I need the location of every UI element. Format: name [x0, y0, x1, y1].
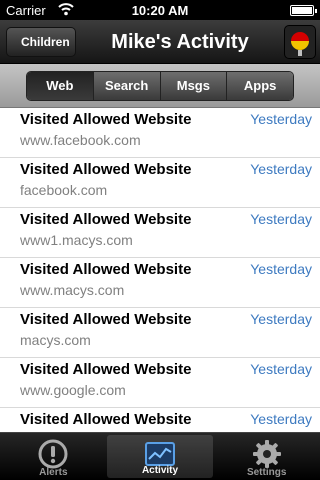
battery-icon: [290, 5, 317, 16]
segment-search[interactable]: Search: [92, 72, 160, 100]
status-bar: Carrier 10:20 AM: [0, 0, 320, 20]
navigation-bar: Children Mike's Activity: [0, 20, 320, 64]
activity-time: Yesterday: [250, 411, 312, 427]
activity-url: macys.com: [20, 332, 91, 348]
tab-activity[interactable]: Activity: [106, 435, 214, 478]
page-title: Mike's Activity: [111, 31, 249, 53]
activity-time: Yesterday: [250, 311, 312, 327]
activity-time: Yesterday: [250, 111, 312, 127]
list-item[interactable]: Visited Allowed Website macys.com Yester…: [0, 308, 320, 358]
activity-list[interactable]: Visited Allowed Website www.facebook.com…: [0, 108, 320, 432]
activity-time: Yesterday: [250, 361, 312, 377]
alert-icon: [38, 439, 68, 469]
flag-button[interactable]: [284, 25, 316, 59]
activity-title: Visited Allowed Website: [20, 311, 192, 328]
tab-label: Activity: [141, 465, 179, 476]
activity-title: Visited Allowed Website: [20, 361, 192, 378]
activity-url: facebook.com: [20, 182, 108, 198]
activity-time: Yesterday: [250, 161, 312, 177]
activity-title: Visited Allowed Website: [20, 261, 192, 278]
tab-label: Alerts: [39, 467, 68, 478]
back-button[interactable]: Children: [6, 27, 76, 57]
segment-msgs[interactable]: Msgs: [159, 72, 227, 100]
activity-url: www.facebook.com: [20, 132, 141, 148]
activity-title: Visited Allowed Website: [20, 211, 192, 228]
tab-settings[interactable]: Settings: [213, 433, 320, 480]
tab-alerts[interactable]: Alerts: [0, 433, 107, 480]
list-item[interactable]: Visited Allowed Website www.facebook.com…: [0, 108, 320, 158]
activity-url: www.macys.com: [20, 282, 125, 298]
activity-title: Visited Allowed Website: [20, 411, 192, 428]
activity-url: www1.macys.com: [20, 232, 133, 248]
tab-bar: Alerts Activity Settings: [0, 432, 320, 480]
list-item[interactable]: Visited Allowed Website facebook.com Yes…: [0, 158, 320, 208]
activity-time: Yesterday: [250, 261, 312, 277]
segment-toolbar: Web Search Msgs Apps: [0, 64, 320, 108]
gear-icon: [252, 440, 281, 468]
list-item[interactable]: Visited Allowed Website www.macys.com Ye…: [0, 258, 320, 308]
clock: 10:20 AM: [131, 3, 189, 18]
segment-apps[interactable]: Apps: [226, 72, 293, 100]
activity-title: Visited Allowed Website: [20, 111, 192, 128]
activity-time: Yesterday: [250, 211, 312, 227]
list-item[interactable]: Visited Allowed Website www.google.com Y…: [0, 358, 320, 408]
list-item[interactable]: Visited Allowed Website www1.macys.com Y…: [0, 208, 320, 258]
segment-web[interactable]: Web: [27, 72, 93, 100]
activity-title: Visited Allowed Website: [20, 161, 192, 178]
tab-label: Settings: [246, 467, 287, 478]
activity-type-segmented-control: Web Search Msgs Apps: [26, 71, 294, 101]
list-item[interactable]: Visited Allowed Website Yesterday: [0, 408, 320, 432]
activity-url: www.google.com: [20, 382, 126, 398]
